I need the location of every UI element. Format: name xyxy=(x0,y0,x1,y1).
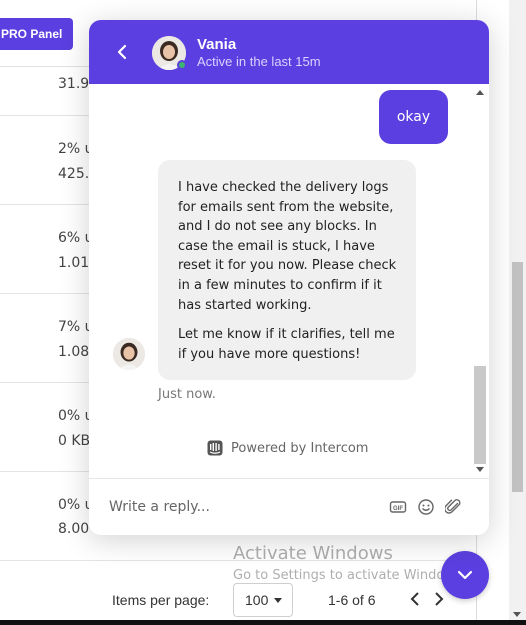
chevron-right-icon[interactable] xyxy=(430,588,448,610)
agent-message-paragraph: Let me know if it clarifies, tell me if … xyxy=(178,327,395,362)
pagination-range: 1-6 of 6 xyxy=(328,592,376,608)
page-scrollbar[interactable] xyxy=(509,0,526,625)
watermark-title: Activate Windows xyxy=(233,543,393,564)
chevron-left-icon[interactable] xyxy=(406,588,424,610)
items-per-page-label: Items per page: xyxy=(112,592,210,608)
items-per-page-select[interactable]: 100 xyxy=(233,583,293,617)
agent-avatar xyxy=(152,36,187,70)
reply-composer: GIF xyxy=(89,478,489,535)
reply-input[interactable] xyxy=(109,493,369,521)
powered-by-label: Powered by Intercom xyxy=(231,440,369,456)
scrollbar-thumb[interactable] xyxy=(512,262,523,492)
agent-status: Active in the last 15m xyxy=(197,54,321,69)
row-size: 0 KB xyxy=(58,433,91,449)
back-arrow-icon[interactable] xyxy=(111,40,135,64)
powered-by-intercom[interactable]: Powered by Intercom xyxy=(207,440,368,456)
user-message: okay xyxy=(379,90,448,144)
row-size: 1.08 xyxy=(58,344,90,360)
online-indicator xyxy=(177,60,187,70)
watermark-subtitle: Go to Settings to activate Windows. xyxy=(233,568,466,583)
chevron-down-icon xyxy=(457,570,473,580)
agent-name: Vania xyxy=(197,36,237,53)
scroll-down-icon[interactable] xyxy=(513,612,521,617)
messenger-launcher-button[interactable] xyxy=(441,551,489,599)
row-size: 8.00 xyxy=(58,521,90,537)
svg-text:GIF: GIF xyxy=(393,506,403,512)
agent-avatar-small xyxy=(113,338,145,370)
agent-message: I have checked the delivery logs for ema… xyxy=(158,160,416,380)
scrollbar-thumb[interactable] xyxy=(474,366,486,464)
gif-icon[interactable]: GIF xyxy=(389,498,407,516)
intercom-icon xyxy=(207,440,223,456)
windows-activation-watermark: Activate Windows Go to Settings to activ… xyxy=(233,543,466,583)
attachment-icon[interactable] xyxy=(444,498,463,516)
pro-panel-button[interactable]: PRO Panel xyxy=(0,18,73,50)
screen: PRO Panel 31.97 2% u 425.9 6% u 1.01 G 7… xyxy=(0,0,526,625)
agent-message-paragraph: I have checked the delivery logs for ema… xyxy=(178,180,397,313)
message-timestamp: Just now. xyxy=(158,387,216,402)
pro-panel-label: PRO Panel xyxy=(1,27,63,41)
messenger-header: Vania Active in the last 15m xyxy=(89,20,489,84)
scroll-up-icon[interactable] xyxy=(476,90,484,95)
items-per-page-value: 100 xyxy=(245,592,269,608)
conversation: okay I have checked the delivery logs fo… xyxy=(89,84,489,478)
messenger-window: Vania Active in the last 15m okay I have… xyxy=(89,20,489,535)
caret-down-icon xyxy=(274,597,283,603)
scroll-down-icon[interactable] xyxy=(476,467,484,472)
taskbar-edge xyxy=(0,620,526,625)
conversation-scrollbar[interactable] xyxy=(473,84,487,478)
emoji-icon[interactable] xyxy=(417,498,435,516)
